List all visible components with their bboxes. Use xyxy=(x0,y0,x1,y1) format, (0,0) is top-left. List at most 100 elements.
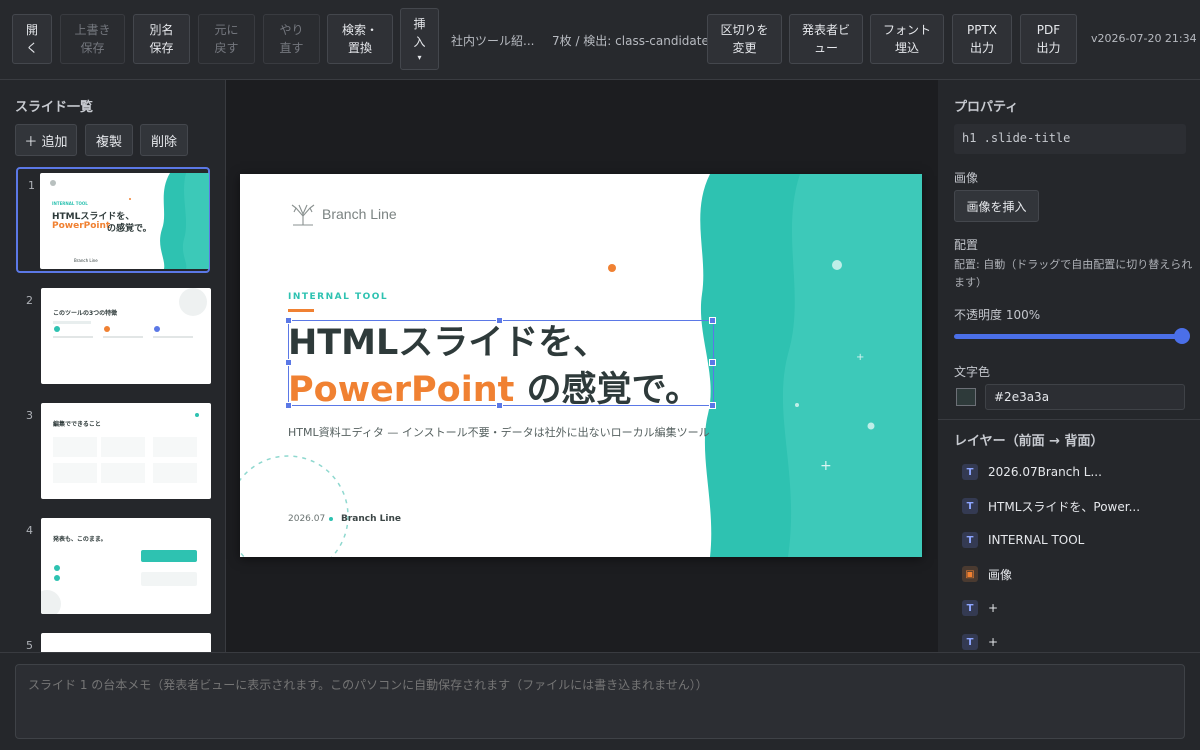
slide-thumbnail-4[interactable]: 4 発表も、このまま。 xyxy=(16,514,211,616)
thumb-heading: 発表も、このまま。 xyxy=(53,536,107,543)
layer-item[interactable]: ▣ 画像 xyxy=(962,564,1012,584)
slide-number: 5 xyxy=(26,639,33,652)
slide-preview-art xyxy=(53,413,199,483)
export-pdf-button[interactable]: PDF 出力 xyxy=(1020,14,1077,64)
placement-hint: 配置: 自動（ドラッグで自由配置に切り替えられます） xyxy=(954,258,1193,289)
logo-text: Branch Line xyxy=(322,206,397,222)
text-layer-icon: T xyxy=(962,634,978,650)
insert-dropdown[interactable]: 挿 入 ▾ xyxy=(400,8,439,70)
thumb-title-accent: PowerPoint xyxy=(52,221,111,231)
footer-date[interactable]: 2026.07 xyxy=(288,514,325,524)
footer-dot xyxy=(329,517,333,521)
slide-preview xyxy=(41,633,211,652)
slide-thumbnail-3[interactable]: 3 編集でできること xyxy=(16,399,211,501)
svg-text:+: + xyxy=(820,458,832,474)
toolbar: 開 く 上書き 保存 別名 保存 元に 戻す やり 直す 検索・ 置換 挿 入 … xyxy=(0,0,1200,80)
slide-list-panel: スライド一覧 ＋ 追加 複製 削除 1 INTERNAL TOOL HTMLスラ… xyxy=(0,80,226,652)
text-color-label: 文字色 xyxy=(954,365,991,379)
resize-handle-n[interactable] xyxy=(496,317,503,324)
layer-item[interactable]: T + xyxy=(962,598,998,618)
layer-label: + xyxy=(988,635,999,649)
layer-label: 画像 xyxy=(988,567,1013,582)
slide-number: 4 xyxy=(26,524,33,537)
kicker-underline xyxy=(288,309,314,312)
opacity-label: 不透明度 100% xyxy=(954,308,1041,322)
file-name: 社内ツール紹... xyxy=(451,34,535,48)
resize-handle-se[interactable] xyxy=(709,402,716,409)
change-separator-button[interactable]: 区切りを 変更 xyxy=(707,14,782,64)
thumb-heading: 編集でできること xyxy=(53,421,101,428)
slide-1[interactable]: + + Branch Line INTERNAL TOOL HTMLスライドを、… xyxy=(240,174,922,557)
image-layer-icon: ▣ xyxy=(962,566,978,582)
layer-label: + xyxy=(988,601,999,615)
slide-preview: 発表も、このまま。 xyxy=(41,518,211,614)
slide-subtitle[interactable]: HTML資料エディタ — インストール不要・データは社外に出ないローカル編集ツー… xyxy=(288,424,710,440)
svg-text:+: + xyxy=(856,352,864,363)
divider xyxy=(938,419,1200,420)
speaker-notes-input[interactable] xyxy=(15,664,1185,739)
delete-slide-button[interactable]: 削除 xyxy=(140,124,188,156)
add-slide-button[interactable]: ＋ 追加 xyxy=(15,124,77,156)
thumb-title-rest: の感覚で。 xyxy=(107,224,152,234)
slide-preview: このツールの3つの特徴 xyxy=(41,288,211,384)
presenter-view-button[interactable]: 発表者ビ ュー xyxy=(789,14,863,64)
footer-brand[interactable]: Branch Line xyxy=(341,514,401,524)
overwrite-save-button[interactable]: 上書き 保存 xyxy=(60,14,125,64)
version-label: v2026-07-20 21:34 xyxy=(1091,32,1197,45)
slide-kicker[interactable]: INTERNAL TOOL xyxy=(288,292,388,302)
text-color-input[interactable]: #2e3a3a xyxy=(985,384,1185,410)
resize-handle-nw[interactable] xyxy=(285,317,292,324)
slide-number: 1 xyxy=(28,179,35,192)
layer-item[interactable]: T INTERNAL TOOL xyxy=(962,530,1084,550)
thumb-heading: このツールの3つの特徴 xyxy=(53,310,118,317)
properties-title: プロパティ xyxy=(954,100,1019,115)
slide-number: 2 xyxy=(26,294,33,307)
layer-label: INTERNAL TOOL xyxy=(988,533,1085,547)
open-button[interactable]: 開 く xyxy=(12,14,52,64)
text-layer-icon: T xyxy=(962,464,978,480)
resize-handle-e[interactable] xyxy=(709,359,716,366)
slide-canvas: + + Branch Line INTERNAL TOOL HTMLスライドを、… xyxy=(226,80,938,652)
undo-button[interactable]: 元に 戻す xyxy=(198,14,255,64)
insert-label: 挿 入 xyxy=(413,17,426,49)
element-selector: h1 .slide-title xyxy=(954,124,1186,154)
redo-button[interactable]: やり 直す xyxy=(263,14,320,64)
thumb-brand: Branch Line xyxy=(74,258,98,263)
export-pptx-button[interactable]: PPTX 出力 xyxy=(952,14,1012,64)
text-layer-icon: T xyxy=(962,498,978,514)
speaker-notes-panel xyxy=(0,652,1200,750)
slide-preview-art xyxy=(53,288,207,338)
slide-preview: 編集でできること xyxy=(41,403,211,499)
layer-item[interactable]: T + xyxy=(962,632,998,652)
insert-image-button[interactable]: 画像を挿入 xyxy=(954,190,1039,222)
slide-thumbnail-1[interactable]: 1 INTERNAL TOOL HTMLスライドを、 PowerPoint の感… xyxy=(16,167,210,273)
text-color-swatch[interactable] xyxy=(956,388,976,406)
slide-thumbnail-2[interactable]: 2 このツールの3つの特徴 xyxy=(16,284,211,386)
slide-preview-art xyxy=(41,550,197,614)
layer-item[interactable]: T HTMLスライドを、Power... xyxy=(962,496,1140,516)
slide-list-title: スライド一覧 xyxy=(15,100,94,115)
image-label: 画像 xyxy=(954,171,979,185)
selection-box xyxy=(288,320,714,406)
save-as-button[interactable]: 別名 保存 xyxy=(133,14,190,64)
properties-panel: プロパティ h1 .slide-title 画像 画像を挿入 配置 配置: 自動… xyxy=(938,80,1200,652)
duplicate-slide-button[interactable]: 複製 xyxy=(85,124,133,156)
slide-preview: INTERNAL TOOL HTMLスライドを、 PowerPoint の感覚で… xyxy=(40,173,209,269)
opacity-slider-thumb[interactable] xyxy=(1174,328,1190,344)
layer-label: HTMLスライドを、Power... xyxy=(988,499,1141,514)
resize-handle-w[interactable] xyxy=(285,359,292,366)
slide-thumbnail-5[interactable]: 5 xyxy=(16,629,211,652)
text-layer-icon: T xyxy=(962,532,978,548)
slide-number: 3 xyxy=(26,409,33,422)
resize-handle-s[interactable] xyxy=(496,402,503,409)
resize-handle-sw[interactable] xyxy=(285,402,292,409)
opacity-slider-track[interactable] xyxy=(954,334,1180,339)
search-replace-button[interactable]: 検索・ 置換 xyxy=(327,14,393,64)
embed-fonts-button[interactable]: フォント 埋込 xyxy=(870,14,944,64)
slide-count-status: 7枚 / 検出: class-candidate xyxy=(552,34,709,48)
layer-item[interactable]: T 2026.07Branch L... xyxy=(962,462,1102,482)
text-layer-icon: T xyxy=(962,600,978,616)
placement-label: 配置 xyxy=(954,238,979,252)
tree-icon xyxy=(291,204,315,226)
resize-handle-ne[interactable] xyxy=(709,317,716,324)
